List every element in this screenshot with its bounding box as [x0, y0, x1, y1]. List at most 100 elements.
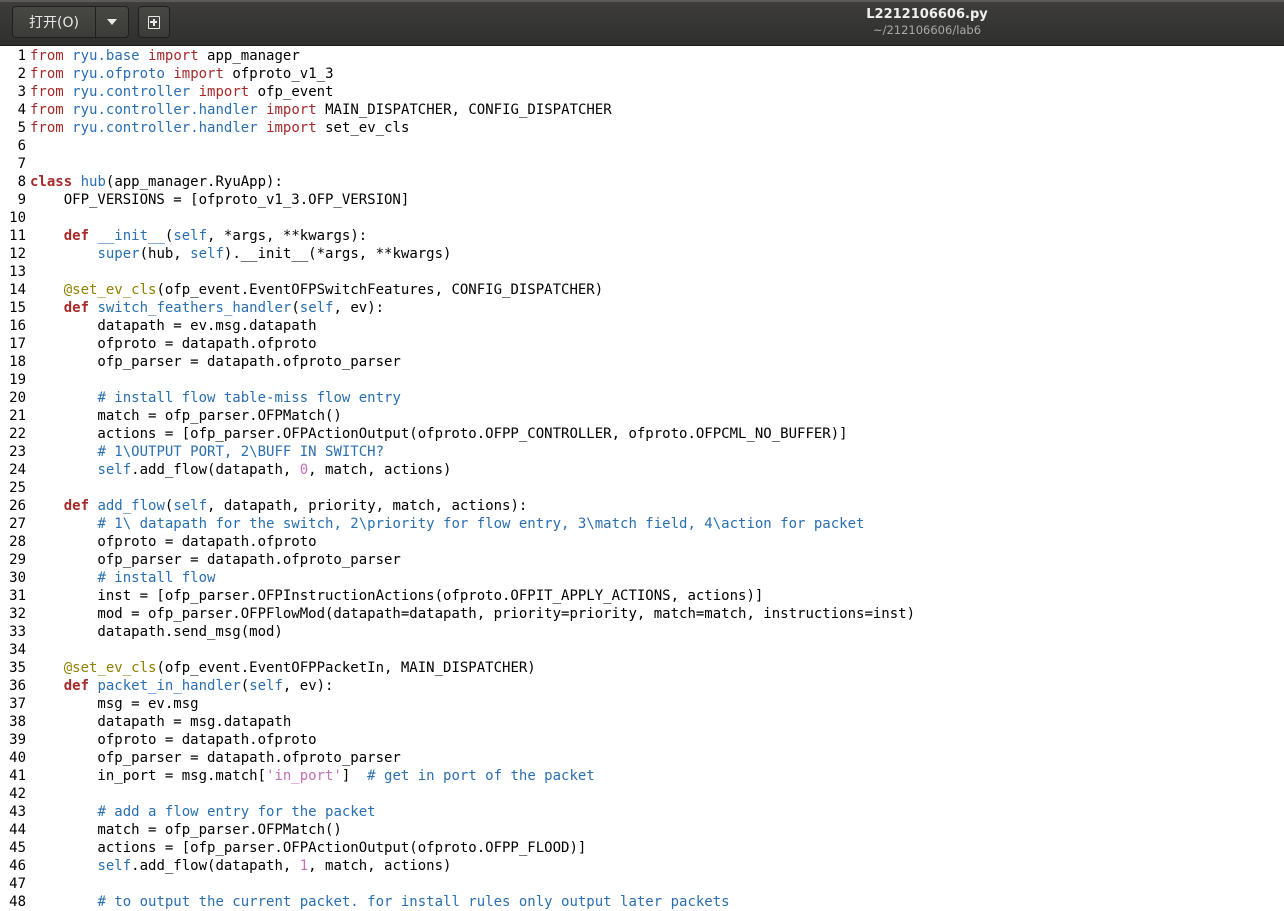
- code-line[interactable]: from ryu.base import app_manager: [30, 47, 915, 65]
- code-line[interactable]: from ryu.controller import ofp_event: [30, 83, 915, 101]
- line-number: 16: [9, 318, 26, 334]
- line-number: 38: [9, 714, 26, 730]
- line-number: 46: [9, 858, 26, 874]
- new-document-button[interactable]: [138, 6, 170, 38]
- line-number: 35: [9, 660, 26, 676]
- code-line[interactable]: ofp_parser = datapath.ofproto_parser: [30, 551, 915, 569]
- code-line[interactable]: def packet_in_handler(self, ev):: [30, 677, 915, 695]
- code-line[interactable]: # add a flow entry for the packet: [30, 803, 915, 821]
- code-line[interactable]: from ryu.controller.handler import MAIN_…: [30, 101, 915, 119]
- header-bar: 打开(O) L2212106606.py ~/212106606/lab6: [0, 0, 1284, 46]
- line-number: 47: [9, 876, 26, 892]
- code-line[interactable]: ofproto = datapath.ofproto: [30, 533, 915, 551]
- code-line[interactable]: ofproto = datapath.ofproto: [30, 731, 915, 749]
- code-line[interactable]: def switch_feathers_handler(self, ev):: [30, 299, 915, 317]
- code-line[interactable]: msg = ev.msg: [30, 695, 915, 713]
- line-number: 48: [9, 894, 26, 910]
- code-line[interactable]: [30, 785, 915, 803]
- line-number: 9: [17, 192, 26, 208]
- line-number: 42: [9, 786, 26, 802]
- code-line[interactable]: self.add_flow(datapath, 0, match, action…: [30, 461, 915, 479]
- code-line[interactable]: # install flow table-miss flow entry: [30, 389, 915, 407]
- code-line[interactable]: # install flow: [30, 569, 915, 587]
- open-button-label: 打开(O): [29, 15, 79, 31]
- line-number: 17: [9, 336, 26, 352]
- code-line[interactable]: match = ofp_parser.OFPMatch(): [30, 407, 915, 425]
- file-path: ~/212106606/lab6: [872, 23, 982, 37]
- code-line[interactable]: from ryu.ofproto import ofproto_v1_3: [30, 65, 915, 83]
- line-number: 23: [9, 444, 26, 460]
- line-number: 7: [17, 156, 26, 172]
- code-line[interactable]: ofproto = datapath.ofproto: [30, 335, 915, 353]
- line-number: 28: [9, 534, 26, 550]
- line-number: 8: [17, 174, 26, 190]
- line-number: 41: [9, 768, 26, 784]
- code-line[interactable]: datapath = msg.datapath: [30, 713, 915, 731]
- code-line[interactable]: [30, 263, 915, 281]
- line-number: 37: [9, 696, 26, 712]
- line-number-gutter: 1 2 3 4 5 6 7 8 9 10 11 12 13 14 15 16 17 18 19 20 21 22 23 24 2…: [0, 47, 28, 911]
- open-button[interactable]: 打开(O): [12, 6, 96, 38]
- code-line[interactable]: inst = [ofp_parser.OFPInstructionActions…: [30, 587, 915, 605]
- code-line[interactable]: OFP_VERSIONS = [ofproto_v1_3.OFP_VERSION…: [30, 191, 915, 209]
- code-line[interactable]: [30, 479, 915, 497]
- new-document-icon: [148, 15, 160, 29]
- code-line[interactable]: ofp_parser = datapath.ofproto_parser: [30, 353, 915, 371]
- line-number: 26: [9, 498, 26, 514]
- line-number: 14: [9, 282, 26, 298]
- line-number: 1: [17, 48, 26, 64]
- line-number: 24: [9, 462, 26, 478]
- line-number: 21: [9, 408, 26, 424]
- line-number: 20: [9, 390, 26, 406]
- code-line[interactable]: from ryu.controller.handler import set_e…: [30, 119, 915, 137]
- code-line[interactable]: [30, 155, 915, 173]
- line-number: 39: [9, 732, 26, 748]
- line-number: 5: [17, 120, 26, 136]
- code-line[interactable]: in_port = msg.match['in_port'] # get in …: [30, 767, 915, 785]
- line-number: 22: [9, 426, 26, 442]
- line-number: 29: [9, 552, 26, 568]
- code-line[interactable]: [30, 137, 915, 155]
- code-line[interactable]: # to output the current packet. for inst…: [30, 893, 915, 911]
- code-line[interactable]: match = ofp_parser.OFPMatch(): [30, 821, 915, 839]
- window-title: L2212106606.py ~/212106606/lab6: [820, 6, 1034, 37]
- line-number: 10: [9, 210, 26, 226]
- code-line[interactable]: [30, 875, 915, 893]
- line-number: 4: [17, 102, 26, 118]
- code-line[interactable]: datapath = ev.msg.datapath: [30, 317, 915, 335]
- code-line[interactable]: [30, 209, 915, 227]
- line-number: 11: [9, 228, 26, 244]
- line-number: 19: [9, 372, 26, 388]
- line-number: 25: [9, 480, 26, 496]
- line-number: 44: [9, 822, 26, 838]
- line-number: 31: [9, 588, 26, 604]
- line-number: 43: [9, 804, 26, 820]
- file-name: L2212106606.py: [866, 7, 988, 22]
- code-view[interactable]: from ryu.base import app_manager from ryu…: [30, 47, 915, 911]
- code-line[interactable]: # 1\OUTPUT PORT, 2\BUFF IN SWITCH?: [30, 443, 915, 461]
- code-line[interactable]: @set_ev_cls(ofp_event.EventOFPSwitchFeat…: [30, 281, 915, 299]
- code-line[interactable]: class hub(app_manager.RyuApp):: [30, 173, 915, 191]
- code-line[interactable]: def add_flow(self, datapath, priority, m…: [30, 497, 915, 515]
- line-number: 45: [9, 840, 26, 856]
- line-number: 40: [9, 750, 26, 766]
- code-line[interactable]: [30, 371, 915, 389]
- code-line[interactable]: datapath.send_msg(mod): [30, 623, 915, 641]
- line-number: 3: [17, 84, 26, 100]
- line-number: 33: [9, 624, 26, 640]
- code-line[interactable]: # 1\ datapath for the switch, 2\priority…: [30, 515, 915, 533]
- open-recent-dropdown-button[interactable]: [95, 6, 129, 38]
- chevron-down-icon: [107, 19, 117, 25]
- code-line[interactable]: actions = [ofp_parser.OFPActionOutput(of…: [30, 839, 915, 857]
- code-line[interactable]: actions = [ofp_parser.OFPActionOutput(of…: [30, 425, 915, 443]
- code-editor[interactable]: 1 2 3 4 5 6 7 8 9 10 11 12 13 14 15 16 17 18 19 20 21 22 23 24 2…: [0, 47, 1284, 911]
- line-number: 13: [9, 264, 26, 280]
- code-line[interactable]: self.add_flow(datapath, 1, match, action…: [30, 857, 915, 875]
- code-line[interactable]: [30, 641, 915, 659]
- line-number: 27: [9, 516, 26, 532]
- code-line[interactable]: @set_ev_cls(ofp_event.EventOFPPacketIn, …: [30, 659, 915, 677]
- code-line[interactable]: def __init__(self, *args, **kwargs):: [30, 227, 915, 245]
- code-line[interactable]: mod = ofp_parser.OFPFlowMod(datapath=dat…: [30, 605, 915, 623]
- code-line[interactable]: ofp_parser = datapath.ofproto_parser: [30, 749, 915, 767]
- code-line[interactable]: super(hub, self).__init__(*args, **kwarg…: [30, 245, 915, 263]
